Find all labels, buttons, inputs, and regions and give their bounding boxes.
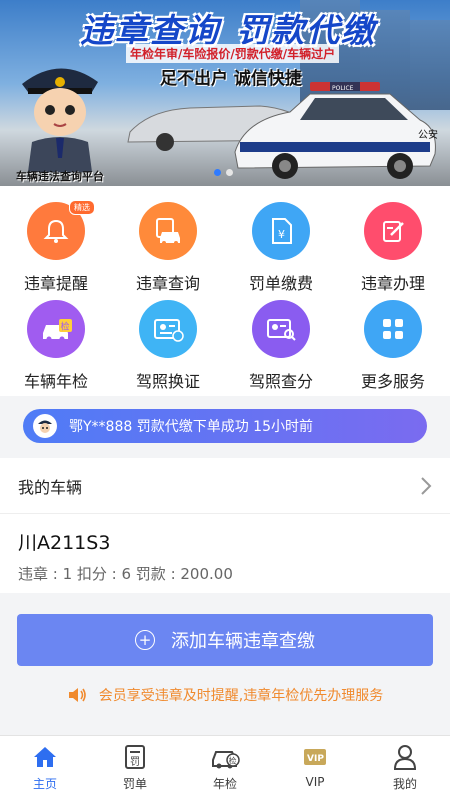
vip-promo-text: 会员享受违章及时提醒,违章年检优先办理服务 [98, 688, 384, 704]
service-label: 更多服务 [360, 372, 425, 391]
carousel-dot[interactable] [226, 169, 233, 176]
tab-label: VIP [305, 775, 325, 789]
ticket-icon: 罚 [90, 743, 180, 771]
tab-inspection-badge: 检 [229, 756, 237, 766]
car-search-icon [139, 202, 197, 260]
tab-home[interactable]: 主页 [0, 736, 90, 800]
police-car-roof-text: POLICE [332, 85, 354, 92]
plus-circle-icon: + [135, 630, 155, 650]
my-vehicle-header[interactable]: 我的车辆 [0, 458, 450, 514]
banner-platform-label: 车辆违法查询平台 [16, 170, 104, 183]
tab-vip[interactable]: VIP VIP [270, 736, 360, 800]
add-vehicle-button[interactable]: + 添加车辆违章查缴 [17, 614, 433, 666]
license-renew-icon [139, 300, 197, 358]
service-label: 驾照换证 [135, 372, 200, 391]
banner-carousel[interactable]: 公安 POLICE 违章查询 罚款代缴 年检年审/车险报价/罚款代缴/车辆过户 足… [0, 0, 450, 186]
my-vehicle-card: 我的车辆 川A211S3 违章 : 1 扣分 : 6 罚款 : 200.00 [0, 458, 450, 593]
grid-icon [364, 300, 422, 358]
service-violation-reminder[interactable]: 精选 违章提醒 [0, 186, 112, 293]
tab-mine[interactable]: 我的 [360, 736, 450, 800]
service-violation-handle[interactable]: 违章办理 [337, 186, 449, 293]
order-notice-bar[interactable]: 鄂Y**888 罚款代缴下单成功 15小时前 [23, 409, 427, 443]
bell-icon: 精选 [27, 200, 95, 260]
user-icon [360, 743, 450, 771]
banner-slogan: 足不出户 诚信快捷 [160, 69, 302, 89]
home-icon [0, 743, 90, 771]
svg-text:罚: 罚 [130, 756, 140, 768]
svg-text:¥: ¥ [278, 228, 285, 241]
carousel-dots [214, 169, 233, 176]
speaker-icon [67, 686, 87, 704]
inspection-badge: 检 [61, 321, 70, 333]
police-car-text: 公安 [418, 128, 438, 141]
my-vehicle-title: 我的车辆 [18, 477, 83, 497]
featured-tag: 精选 [69, 200, 95, 215]
service-license-renewal[interactable]: 驾照换证 [112, 284, 224, 391]
police-avatar-icon [33, 414, 57, 438]
ticket-yen-icon: ¥ [252, 202, 310, 260]
carousel-dot-active[interactable] [214, 169, 221, 176]
tab-label: 主页 [32, 777, 57, 791]
tab-label: 我的 [392, 777, 417, 791]
police-officer-illustration [22, 68, 98, 172]
license-search-icon [252, 300, 310, 358]
banner-police-car: 公安 POLICE [234, 82, 438, 179]
vehicle-plate[interactable]: 川A211S3 [0, 514, 450, 555]
service-ticket-payment[interactable]: ¥ 罚单缴费 [225, 186, 337, 293]
service-annual-inspection[interactable]: 检 车辆年检 [0, 284, 112, 391]
banner-subtitle: 年检年审/车险报价/罚款代缴/车辆过户 [126, 44, 340, 63]
svg-text:VIP: VIP [307, 754, 324, 764]
edit-doc-icon [364, 202, 422, 260]
car-inspection-icon: 检 [27, 300, 85, 358]
service-label: 车辆年检 [23, 372, 88, 391]
notice-text: 鄂Y**888 罚款代缴下单成功 15小时前 [69, 419, 313, 435]
service-grid: 精选 违章提醒 违章查询 ¥ 罚单缴费 违章办理 检 车辆年检 驾照换证 驾照查… [0, 186, 450, 396]
service-violation-query[interactable]: 违章查询 [112, 186, 224, 293]
tab-inspection[interactable]: 检 年检 [180, 736, 270, 800]
bottom-tab-bar: 主页 罚 罚单 检 年检 VIP VIP 我的 [0, 735, 450, 800]
add-vehicle-label: 添加车辆违章查缴 [171, 631, 315, 652]
inspection-car-icon: 检 [180, 743, 270, 771]
tab-label: 年检 [212, 777, 237, 791]
tab-tickets[interactable]: 罚 罚单 [90, 736, 180, 800]
service-more[interactable]: 更多服务 [337, 284, 449, 391]
vip-icon: VIP [270, 743, 360, 771]
service-label: 驾照查分 [248, 372, 313, 391]
service-license-points[interactable]: 驾照查分 [225, 284, 337, 391]
tab-label: 罚单 [122, 777, 147, 791]
vehicle-violation-stats: 违章 : 1 扣分 : 6 罚款 : 200.00 [18, 565, 233, 583]
chevron-right-icon [421, 476, 432, 495]
vip-promo[interactable]: 会员享受违章及时提醒,违章年检优先办理服务 [0, 683, 450, 707]
notice-section: 鄂Y**888 罚款代缴下单成功 15小时前 [0, 396, 450, 458]
